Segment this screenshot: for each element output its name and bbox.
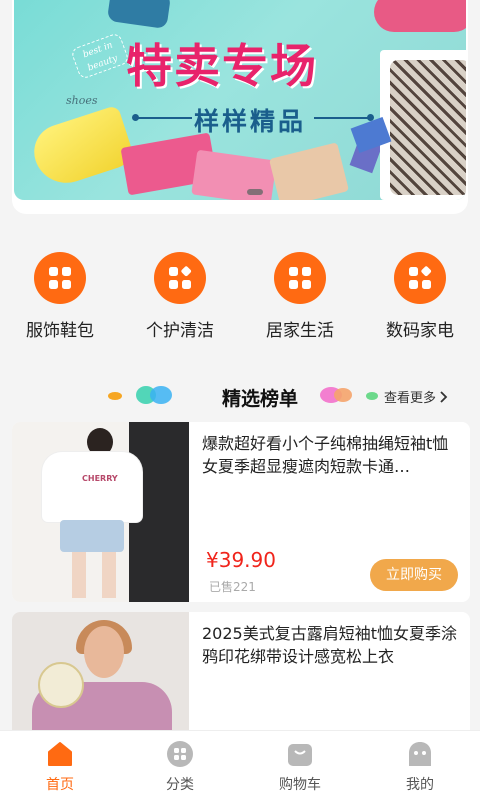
decorative-blob bbox=[150, 386, 172, 404]
category-personal-care[interactable]: 个护清洁 bbox=[120, 252, 240, 342]
image-figure bbox=[72, 552, 86, 598]
image-figure bbox=[42, 452, 142, 522]
banner-decoration bbox=[136, 117, 192, 119]
home-icon bbox=[48, 742, 72, 766]
product-sold-count: 已售221 bbox=[209, 580, 256, 594]
decorative-blob bbox=[366, 392, 378, 400]
category-digital-appliances[interactable]: 数码家电 bbox=[360, 252, 480, 342]
banner-shoes-text: shoes bbox=[66, 94, 98, 107]
product-title[interactable]: 2025美式复古露肩短袖t恤女夏季涂鸦印花绑带设计感宽松上衣 bbox=[202, 622, 464, 668]
grid-icon bbox=[34, 252, 86, 304]
category-label: 服饰鞋包 bbox=[26, 321, 94, 341]
view-more-label: 查看更多 bbox=[384, 391, 437, 406]
image-figure bbox=[102, 552, 116, 598]
category-label: 个护清洁 bbox=[146, 321, 214, 341]
tab-category[interactable]: 分类 bbox=[120, 731, 240, 800]
tab-label: 我的 bbox=[406, 777, 434, 793]
tab-profile[interactable]: 我的 bbox=[360, 731, 480, 800]
product-image[interactable]: CHERRY bbox=[12, 422, 189, 602]
product-card[interactable]: 2025美式复古露肩短袖t恤女夏季涂鸦印花绑带设计感宽松上衣 bbox=[12, 612, 470, 742]
cart-icon bbox=[288, 744, 312, 766]
category-icon bbox=[167, 741, 193, 767]
product-price: ¥39.90 bbox=[206, 548, 276, 572]
product-image[interactable] bbox=[12, 612, 189, 742]
banner-decoration bbox=[268, 142, 350, 200]
carousel-indicator[interactable] bbox=[247, 189, 263, 195]
category-clothing-shoes-bags[interactable]: 服饰鞋包 bbox=[0, 252, 120, 342]
decorative-blob bbox=[334, 388, 352, 402]
buy-now-button[interactable]: 立即购买 bbox=[370, 559, 458, 591]
bottom-tab-bar: 首页 分类 购物车 我的 bbox=[0, 730, 480, 800]
section-header: 精选榜单 查看更多 bbox=[0, 380, 480, 410]
tab-label: 首页 bbox=[46, 777, 74, 793]
grid-diamond-icon bbox=[394, 252, 446, 304]
decorative-blob bbox=[108, 392, 122, 400]
category-label: 数码家电 bbox=[386, 321, 454, 341]
banner-decoration bbox=[374, 0, 466, 32]
category-row: 服饰鞋包 个护清洁 居家生活 数码家电 bbox=[0, 252, 480, 342]
image-figure bbox=[60, 520, 124, 552]
banner-shoe-image bbox=[27, 104, 136, 192]
banner-tag: best in beauty bbox=[70, 32, 130, 80]
banner-decoration bbox=[106, 0, 172, 30]
banner-decoration bbox=[314, 117, 370, 119]
grid-diamond-icon bbox=[154, 252, 206, 304]
banner-title: 特卖专场 bbox=[126, 39, 318, 93]
category-label: 居家生活 bbox=[266, 321, 334, 341]
tab-home[interactable]: 首页 bbox=[0, 731, 120, 800]
image-figure bbox=[38, 662, 84, 708]
product-image-text: CHERRY bbox=[82, 474, 118, 483]
banner-decoration bbox=[191, 149, 277, 200]
product-title[interactable]: 爆款超好看小个子纯棉抽绳短袖t恤女夏季超显瘦遮肉短款卡通… bbox=[202, 432, 464, 478]
tab-label: 购物车 bbox=[279, 777, 321, 793]
category-home-living[interactable]: 居家生活 bbox=[240, 252, 360, 342]
chevron-right-icon bbox=[440, 390, 448, 403]
image-figure bbox=[84, 626, 124, 678]
section-title: 精选榜单 bbox=[222, 388, 299, 410]
banner-card[interactable]: best in beauty shoes 特卖专场 样样精品 bbox=[12, 0, 468, 214]
banner-dress-image bbox=[390, 60, 466, 195]
promo-banner[interactable]: best in beauty shoes 特卖专场 样样精品 bbox=[14, 0, 466, 200]
tab-label: 分类 bbox=[166, 777, 194, 793]
view-more-link[interactable]: 查看更多 bbox=[384, 387, 448, 406]
banner-subtitle: 样样精品 bbox=[194, 107, 307, 136]
tab-cart[interactable]: 购物车 bbox=[240, 731, 360, 800]
product-card[interactable]: CHERRY 爆款超好看小个子纯棉抽绳短袖t恤女夏季超显瘦遮肉短款卡通… ¥39… bbox=[12, 422, 470, 602]
grid-icon bbox=[274, 252, 326, 304]
profile-icon bbox=[409, 742, 431, 766]
